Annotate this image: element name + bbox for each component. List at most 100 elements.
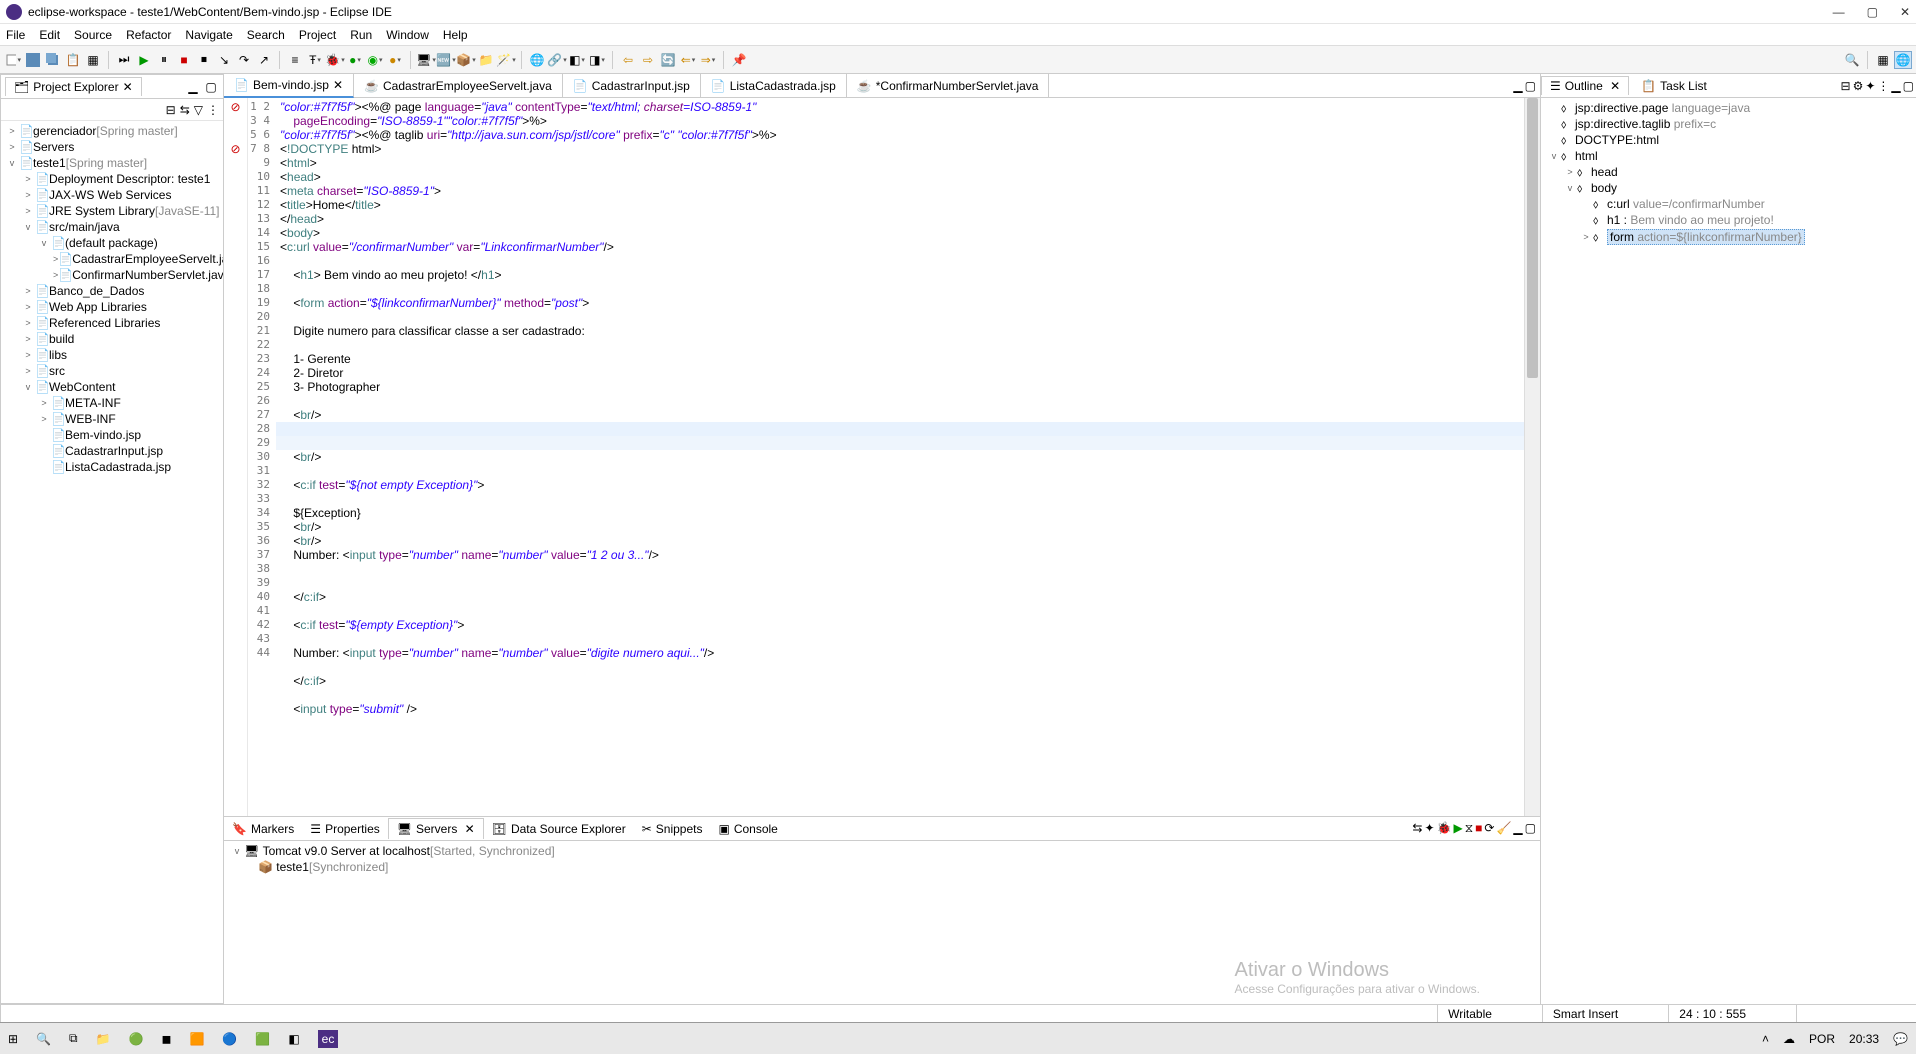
maximize-button[interactable]: ▢ <box>1867 5 1878 19</box>
resume-icon[interactable]: ▶ <box>135 51 153 69</box>
tree-item[interactable]: >📄Deployment Descriptor: teste1 <box>1 171 223 187</box>
tab-markers[interactable]: 🔖Markers <box>224 819 302 839</box>
tree-item[interactable]: 📄ListaCadastrada.jsp <box>1 459 223 475</box>
menu-help[interactable]: Help <box>443 28 468 42</box>
stop-server-icon[interactable]: ■ <box>1475 821 1482 836</box>
eclipse-task-icon[interactable]: ec <box>318 1030 339 1048</box>
outline-item[interactable]: v⬨html <box>1541 148 1916 164</box>
perspective-open-icon[interactable]: ▦ <box>1874 51 1892 69</box>
tree-item[interactable]: 📄Bem-vindo.jsp <box>1 427 223 443</box>
minimize-view-icon[interactable]: ▁ <box>1891 79 1900 93</box>
tree-item[interactable]: >📄build <box>1 331 223 347</box>
maximize-view-icon[interactable]: ▢ <box>1525 821 1536 836</box>
runlast-icon[interactable]: ● <box>386 51 404 69</box>
outline-tab[interactable]: ☰Outline ✕ <box>1541 76 1629 95</box>
menu-window[interactable]: Window <box>386 28 429 42</box>
skip-icon[interactable]: ⏭ <box>115 51 133 69</box>
menu-file[interactable]: File <box>6 28 25 42</box>
tree-item[interactable]: >📄Web App Libraries <box>1 299 223 315</box>
menu-icon[interactable]: ⋮ <box>207 103 219 117</box>
close-button[interactable]: ✕ <box>1900 5 1910 19</box>
outline-opt2-icon[interactable]: ✦ <box>1865 79 1875 93</box>
debug-icon[interactable]: 🐞 <box>326 51 344 69</box>
tab-datasource[interactable]: 🗄Data Source Explorer <box>484 819 634 839</box>
project-explorer-tab[interactable]: 🗂 Project Explorer ✕ <box>5 77 142 96</box>
servers-body[interactable]: v🖥 Tomcat v9.0 Server at localhost [Star… <box>224 841 1540 1004</box>
wand-icon[interactable]: 🪄 <box>497 51 515 69</box>
package-icon[interactable]: 📦 <box>457 51 475 69</box>
tab-cadastrar-input[interactable]: 📄CadastrarInput.jsp <box>563 74 701 97</box>
newserver-icon[interactable]: 🆕 <box>437 51 455 69</box>
outline-menu-icon[interactable]: ⋮ <box>1877 79 1889 93</box>
link-icon[interactable]: 🔗 <box>548 51 566 69</box>
outline-item[interactable]: ⬨jsp:directive.page language=java <box>1541 100 1916 116</box>
minimize-view-icon[interactable]: ▁ <box>185 79 201 95</box>
tree-item[interactable]: >📄libs <box>1 347 223 363</box>
tab-cadastrar-servlet[interactable]: ☕CadastrarEmployeeServelt.java <box>354 74 563 97</box>
stop-icon[interactable]: ■ <box>175 51 193 69</box>
start-debug-icon[interactable]: 🐞 <box>1437 821 1452 836</box>
vertical-scrollbar[interactable] <box>1524 98 1540 816</box>
menu-edit[interactable]: Edit <box>39 28 60 42</box>
collapse-icon[interactable]: ⊟ <box>166 103 176 117</box>
minimize-view-icon[interactable]: ▁ <box>1513 821 1522 836</box>
tree-item[interactable]: v📄teste1 [Spring master] <box>1 155 223 171</box>
stepover-icon[interactable]: ↷ <box>235 51 253 69</box>
taskview-icon[interactable]: ⧉ <box>69 1031 78 1046</box>
outline-item[interactable]: ⬨h1 : Bem vindo ao meu projeto! <box>1541 212 1916 228</box>
maximize-editor-icon[interactable]: ▢ <box>1525 79 1536 93</box>
clean-icon[interactable]: 🧹 <box>1496 821 1511 836</box>
back-icon[interactable]: ⇦ <box>619 51 637 69</box>
tree-item[interactable]: >📄Banco_de_Dados <box>1 283 223 299</box>
tree-item[interactable]: 📄CadastrarInput.jsp <box>1 443 223 459</box>
forward-icon[interactable]: ⇨ <box>639 51 657 69</box>
stepreturn-icon[interactable]: ↗ <box>255 51 273 69</box>
outline-opt1-icon[interactable]: ⚙ <box>1853 79 1864 93</box>
outline-item[interactable]: ⬨DOCTYPE:html <box>1541 132 1916 148</box>
tray-notif-icon[interactable]: 💬 <box>1893 1032 1908 1046</box>
new-server-icon[interactable]: ✦ <box>1424 821 1434 836</box>
outline-item[interactable]: >⬨form action=${linkconfirmarNumber} <box>1541 228 1916 246</box>
publish-icon[interactable]: ⟳ <box>1484 821 1494 836</box>
tree-item[interactable]: >📄JRE System Library [JavaSE-11] <box>1 203 223 219</box>
disconnect-icon[interactable]: ⏹ <box>195 51 213 69</box>
tree-item[interactable]: >📄JAX-WS Web Services <box>1 187 223 203</box>
menu-navigate[interactable]: Navigate <box>185 28 232 42</box>
tree-item[interactable]: >📄Servers <box>1 139 223 155</box>
explorer-icon[interactable]: 📁 <box>96 1032 111 1046</box>
align-icon[interactable]: ≡ <box>286 51 304 69</box>
menu-run[interactable]: Run <box>350 28 372 42</box>
tab-lista[interactable]: 📄ListaCadastrada.jsp <box>701 74 847 97</box>
app5-icon[interactable]: ◧ <box>288 1032 299 1046</box>
menu-refactor[interactable]: Refactor <box>126 28 171 42</box>
tree-item[interactable]: >📄META-INF <box>1 395 223 411</box>
maximize-view-icon[interactable]: ▢ <box>203 79 219 95</box>
browser-icon[interactable]: 🌐 <box>528 51 546 69</box>
tree-item[interactable]: v📄(default package) <box>1 235 223 251</box>
outline-item[interactable]: v⬨body <box>1541 180 1916 196</box>
tray-cloud-icon[interactable]: ☁ <box>1783 1032 1795 1046</box>
outline-sort-icon[interactable]: ⊟ <box>1841 79 1851 93</box>
tree-item[interactable]: >📄WEB-INF <box>1 411 223 427</box>
minimize-editor-icon[interactable]: ▁ <box>1513 79 1522 93</box>
tree-item[interactable]: >📄Referenced Libraries <box>1 315 223 331</box>
next-icon[interactable]: ⇒ <box>699 51 717 69</box>
switch-icon[interactable]: 📋 <box>64 51 82 69</box>
minimize-button[interactable]: — <box>1833 5 1845 19</box>
app-icon[interactable]: ◼ <box>162 1032 172 1046</box>
pin-icon[interactable]: 📌 <box>730 51 748 69</box>
app2-icon[interactable]: 🟧 <box>189 1032 204 1046</box>
maximize-view-icon[interactable]: ▢ <box>1903 79 1914 93</box>
chrome-icon[interactable]: 🟢 <box>129 1032 144 1046</box>
tab-console[interactable]: ▣Console <box>710 819 785 839</box>
text-icon[interactable]: Ŧ <box>306 51 324 69</box>
stepinto-icon[interactable]: ↘ <box>215 51 233 69</box>
perspective-javaee-icon[interactable]: 🌐 <box>1894 51 1912 69</box>
link-icon[interactable]: ⇆ <box>1412 821 1422 836</box>
menu-project[interactable]: Project <box>299 28 336 42</box>
outline-item[interactable]: ⬨jsp:directive.taglib prefix=c <box>1541 116 1916 132</box>
tray-up-icon[interactable]: ˄ <box>1762 1032 1769 1046</box>
close-icon[interactable]: ✕ <box>333 78 343 92</box>
new-icon[interactable] <box>4 51 22 69</box>
server-icon[interactable]: 🖥 <box>417 51 435 69</box>
